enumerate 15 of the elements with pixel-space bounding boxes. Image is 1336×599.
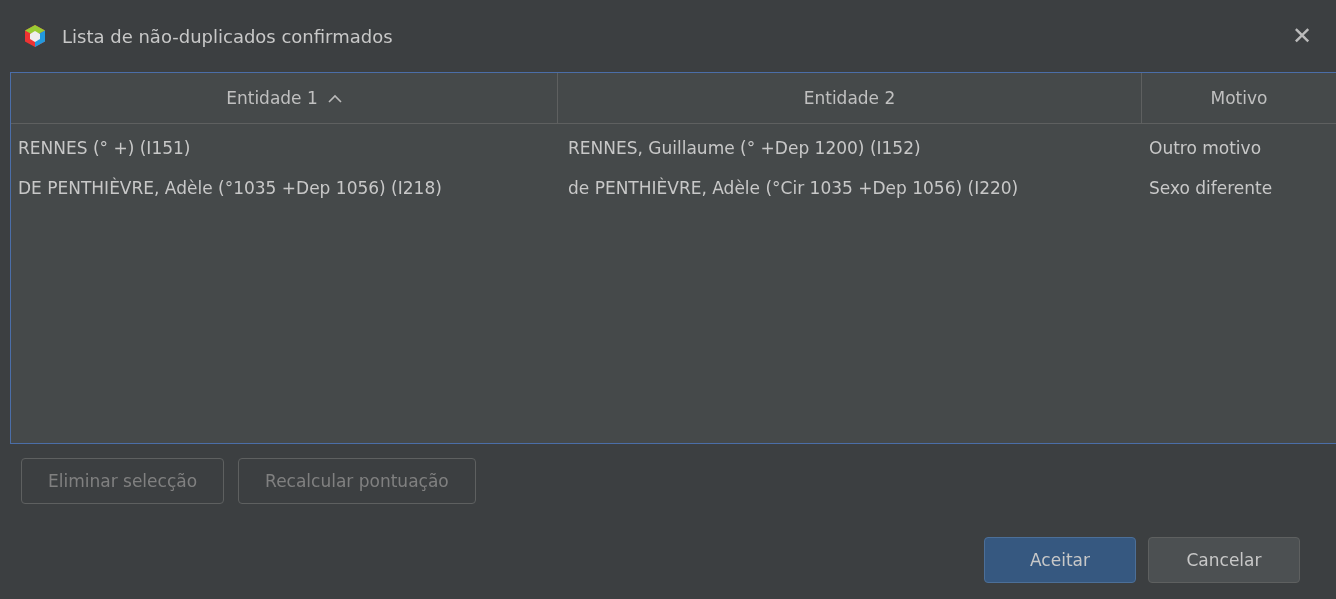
- table-cell-text: RENNES (° +) (I151): [17, 137, 192, 160]
- table-cell-text: Sexo diferente: [1148, 177, 1274, 200]
- accept-button[interactable]: Aceitar: [984, 537, 1136, 583]
- table-cell-text: RENNES, Guillaume (° +Dep 1200) (I152): [567, 137, 922, 160]
- table-cell-text: Outro motivo: [1148, 137, 1263, 160]
- sort-ascending-icon: [327, 93, 342, 103]
- close-button[interactable]: ✕: [1287, 22, 1316, 50]
- window-title: Lista de não-duplicados confirmados: [62, 25, 394, 47]
- column-header[interactable]: Entidade 1: [11, 73, 558, 123]
- app-logo-icon: [24, 24, 46, 48]
- table-cell-text: de PENTHIÈVRE, Adèle (°Cir 1035 +Dep 1056) (I220): [567, 176, 1020, 200]
- cancel-button[interactable]: Cancelar: [1148, 537, 1300, 583]
- table-cell-text: DE PENTHIÈVRE, Adèle (°1035 +Dep 1056) (I218): [17, 176, 443, 200]
- column-header[interactable]: Motivo: [1142, 73, 1336, 123]
- column-header[interactable]: Entidade 2: [558, 73, 1142, 123]
